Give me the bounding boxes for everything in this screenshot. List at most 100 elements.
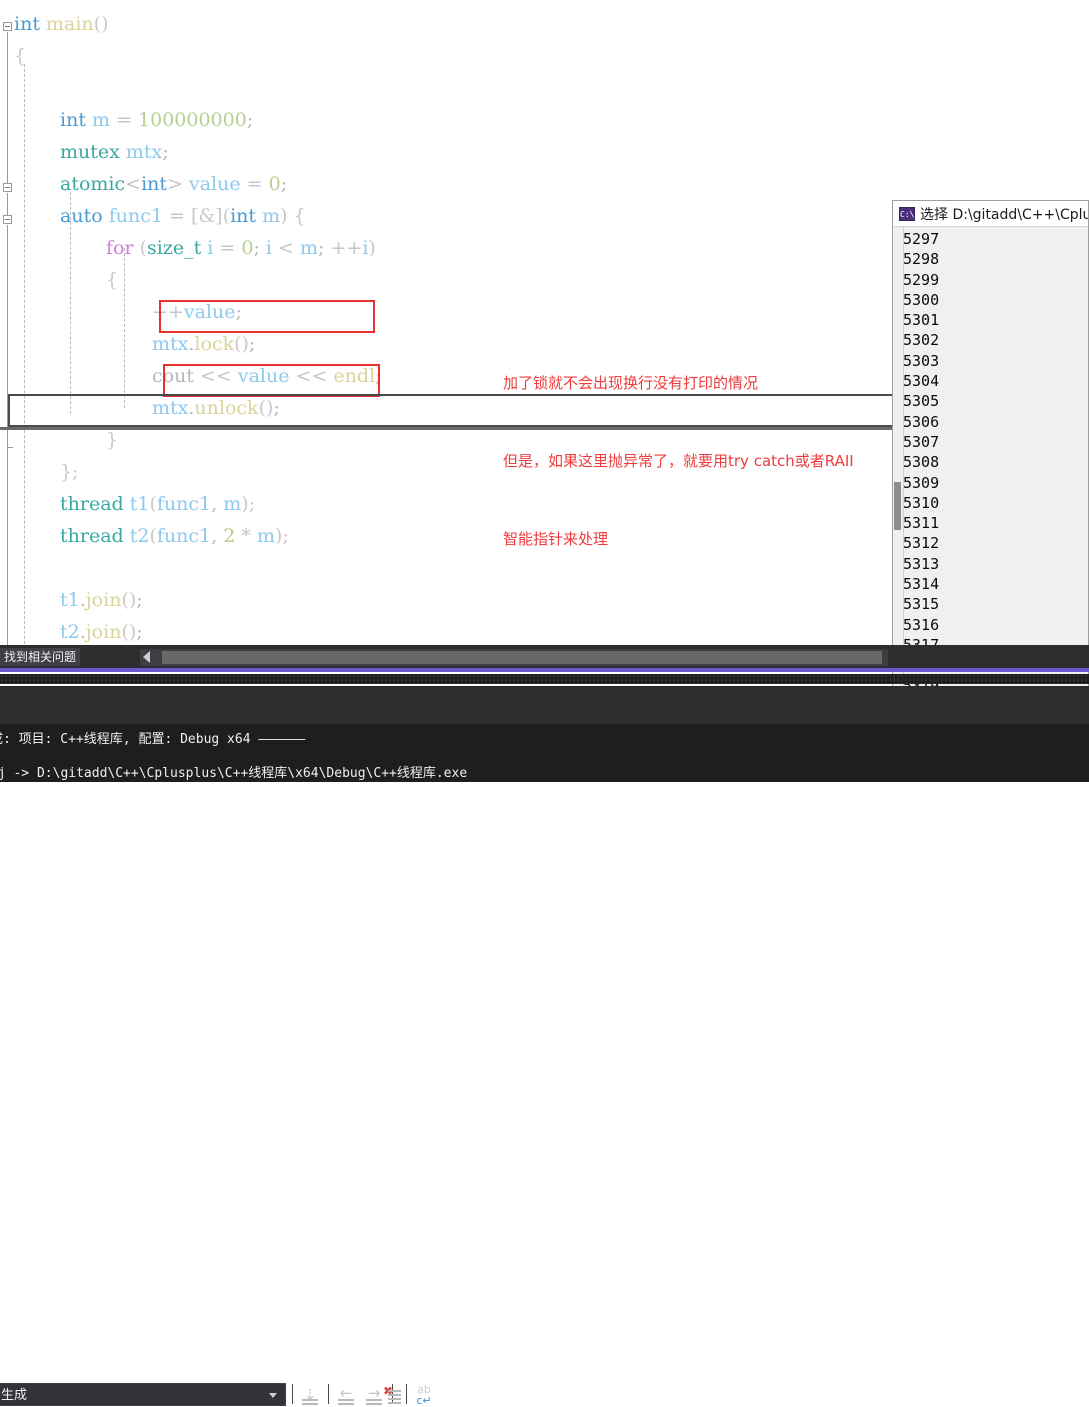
code-token: ) { (280, 205, 306, 227)
panel-accent-bar (0, 668, 1089, 672)
console-output-line: 5302 (903, 331, 940, 350)
code-token: << (289, 365, 334, 387)
code-token: ( (222, 205, 231, 227)
console-app-icon: C:\ (899, 206, 915, 221)
code-token: ( (149, 493, 157, 515)
indent-guide (24, 64, 25, 644)
clear-output-button[interactable]: ⇣ (298, 1384, 322, 1406)
code-token: [&] (190, 205, 223, 227)
code-token: < (271, 237, 300, 259)
clear-all-lines-icon (388, 1388, 401, 1404)
console-output-line: 5315 (903, 595, 940, 614)
chevron-down-icon[interactable] (269, 1393, 277, 1398)
panel-splitter-grip[interactable] (0, 674, 1089, 684)
code-line: int m = 100000000; (0, 104, 1089, 136)
console-output-line: 5300 (903, 290, 940, 309)
code-token: size_t (147, 237, 202, 259)
code-token: mtx (125, 141, 163, 163)
output-source-value: 生成 (1, 1387, 28, 1402)
code-token: int (141, 173, 168, 195)
code-token: () (121, 621, 137, 643)
console-output-line: 5298 (903, 250, 940, 269)
code-token: for (106, 237, 134, 259)
code-token: ; (162, 141, 169, 163)
scroll-left-arrow-icon[interactable] (143, 651, 150, 663)
console-output-line: 5312 (903, 534, 940, 553)
code-token: . (79, 621, 86, 643)
find-results-tab[interactable]: 找到相关问题 (0, 648, 81, 666)
code-token: = (240, 173, 269, 195)
code-token: ; (246, 109, 254, 131)
console-output-line: 5299 (903, 270, 940, 289)
code-token: func1 (156, 493, 212, 515)
output-source-dropdown[interactable]: 生成 (0, 1383, 286, 1406)
code-token: 100000000 (138, 109, 247, 131)
code-token: ; (248, 333, 256, 355)
console-output-lines: 5297 5298 5299 5300 5301 5302 5303 5304 5305 5306… (903, 229, 1088, 712)
code-token: ; (375, 365, 382, 387)
code-token: 0 (268, 173, 281, 195)
code-token: m (256, 525, 275, 547)
code-token: () (234, 333, 249, 355)
code-token: main (46, 13, 94, 35)
code-token: * (235, 525, 257, 547)
code-token: << (193, 365, 238, 387)
code-token: t1 (60, 589, 80, 611)
code-token: () (93, 13, 109, 35)
console-output-line: 5305 (903, 392, 940, 411)
clear-all-button[interactable]: ✖ (380, 1384, 404, 1406)
console-output-line: 5307 (903, 432, 940, 451)
toggle-word-wrap-icon: ab c↵ (416, 1383, 432, 1407)
console-output-line: 5309 (903, 473, 940, 492)
code-token: ); (241, 493, 256, 515)
code-token: ; (136, 589, 143, 611)
code-token: m (92, 109, 111, 131)
code-token: ; (253, 237, 266, 259)
console-scrollbar-thumb[interactable] (894, 482, 901, 530)
code-token: value (183, 301, 236, 323)
output-line: oj -> D:\gitadd\C++\Cplusplus\C++线程库\x64… (0, 766, 468, 781)
annotation-line-3: 智能指针来处理 (503, 530, 609, 548)
annotation-line-2: 但是，如果这里抛异常了，就要用try catch或者RAII (503, 452, 854, 470)
console-output-area[interactable]: 5297 5298 5299 5300 5301 5302 5303 5304 5305 5306… (893, 227, 1088, 712)
code-line: int main() (0, 8, 1089, 40)
code-token: } (106, 429, 119, 451)
toggle-word-wrap-button[interactable]: ab c↵ (412, 1384, 436, 1406)
console-window[interactable]: C:\ 选择 D:\gitadd\C++\Cplusplu 5297 529852… (892, 200, 1089, 713)
code-token: lock (194, 333, 235, 355)
code-line: mutex mtx; (0, 136, 1089, 168)
red-annotation-note: 加了锁就不会出现换行没有打印的情况 但是，如果这里抛异常了，就要用try cat… (503, 318, 854, 604)
console-title-text: 选择 D:\gitadd\C++\Cplusplu (920, 206, 1088, 223)
code-token: m (299, 237, 319, 259)
clear-output-lines-icon (302, 1397, 318, 1405)
console-output-line: 5308 (903, 453, 940, 472)
code-token: ; (280, 173, 288, 195)
code-token: t2 (60, 621, 80, 643)
navigate-backward-button[interactable]: ← (334, 1384, 358, 1406)
code-token: cout (152, 365, 194, 387)
console-output-line: 5301 (903, 311, 940, 330)
console-output-line: 5304 (903, 372, 940, 391)
code-token: > (167, 173, 183, 195)
console-title-bar[interactable]: C:\ 选择 D:\gitadd\C++\Cplusplu (893, 201, 1088, 227)
find-results-hscroll-thumb[interactable] (162, 651, 882, 664)
output-window[interactable]: 成: 项目: C++线程库, 配置: Debug x64 —————— oj -… (0, 724, 1089, 782)
code-token: ; (318, 237, 331, 259)
code-token: ) (368, 237, 376, 259)
code-line: atomic<int> value = 0; (0, 168, 1089, 200)
indent-guide (70, 192, 71, 414)
code-token: thread (60, 525, 124, 547)
code-token: func1 (156, 525, 212, 547)
toolbar-separator (406, 1384, 407, 1404)
output-toolbar: 生成 ⇣ ← → ✖ abc↵ (0, 686, 1089, 1406)
console-output-line: 5297 (903, 230, 940, 248)
code-token: () (121, 589, 137, 611)
console-output-line: 5306 (903, 412, 940, 431)
code-token: 2 (223, 525, 236, 547)
code-token: join (85, 621, 122, 643)
